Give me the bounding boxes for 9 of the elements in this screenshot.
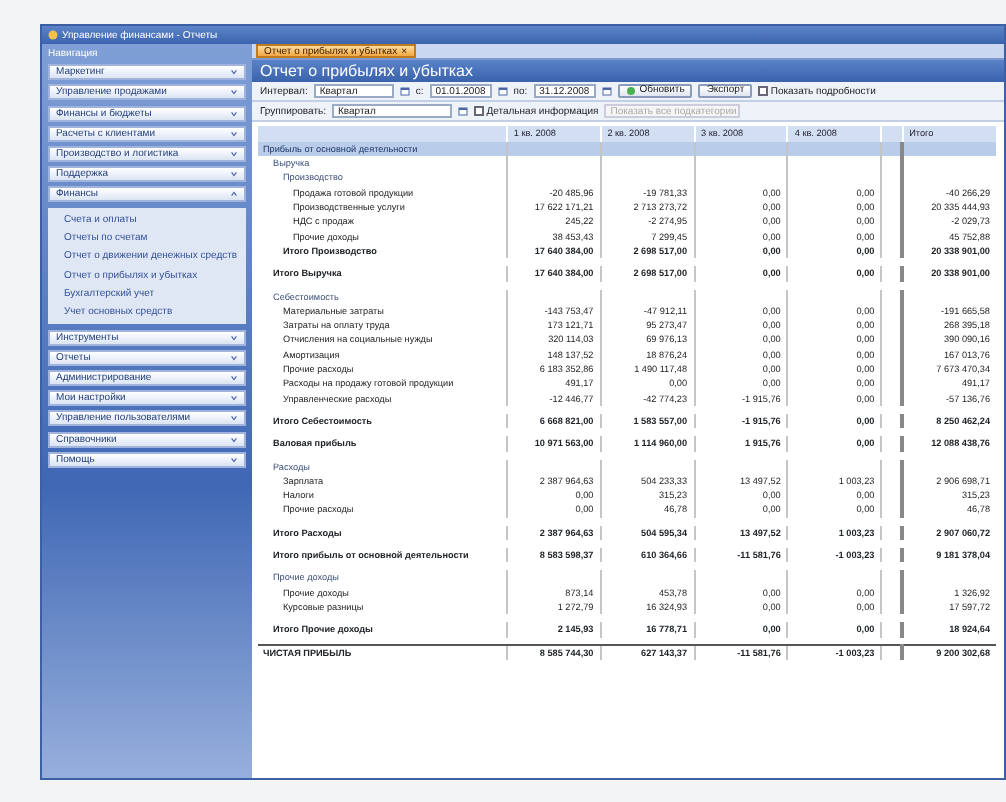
checkbox[interactable] bbox=[473, 106, 484, 116]
calendar-icon[interactable] bbox=[497, 86, 508, 96]
calendar-icon[interactable] bbox=[457, 106, 468, 116]
checkbox[interactable] bbox=[758, 86, 769, 96]
app-icon bbox=[48, 30, 58, 40]
report-title: Отчет о прибылях и убытках bbox=[252, 60, 1004, 82]
calendar-icon[interactable] bbox=[399, 86, 410, 96]
refresh-icon bbox=[625, 86, 636, 96]
calendar-icon[interactable] bbox=[601, 86, 612, 96]
